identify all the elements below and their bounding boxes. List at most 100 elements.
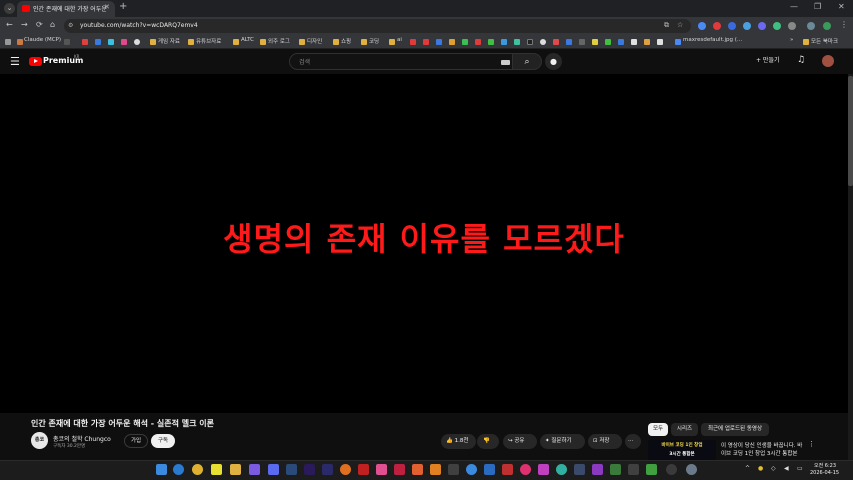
search-input[interactable]: 검색 — [289, 53, 513, 70]
bookmark-icon[interactable] — [566, 39, 572, 45]
bookmark-icon[interactable] — [644, 39, 650, 45]
bookmark-icon[interactable] — [501, 39, 507, 45]
premiere-icon[interactable] — [304, 464, 315, 475]
more-options-icon[interactable]: ⋮ — [808, 440, 815, 448]
browser-menu-icon[interactable]: ⋮ — [840, 20, 848, 29]
bookmark-icon[interactable] — [527, 39, 533, 45]
bookmark-icon[interactable] — [540, 39, 546, 45]
app-icon[interactable] — [520, 464, 531, 475]
recommended-video-title[interactable]: 이브 코딩 1인 창업 3시간 통합본 — [721, 449, 797, 457]
app-icon[interactable] — [666, 464, 677, 475]
kakaotalk-icon[interactable] — [211, 464, 222, 475]
bookmark-folder[interactable]: 디자인 — [307, 37, 322, 45]
edge-icon[interactable] — [173, 464, 184, 475]
more-actions-button[interactable]: ··· — [625, 434, 641, 449]
new-tab-button[interactable]: + — [119, 1, 127, 12]
join-button[interactable]: 가입 — [124, 434, 148, 448]
profile-icon[interactable] — [823, 22, 831, 30]
bookmark-folder[interactable]: 코딩 — [369, 37, 379, 45]
bookmark-item[interactable]: maxresdefault.jpg (... — [683, 37, 742, 43]
battery-icon[interactable]: ▭ — [797, 465, 803, 472]
restore-button[interactable]: ❐ — [814, 2, 821, 11]
reload-button[interactable]: ⟳ — [36, 20, 43, 29]
cast-icon[interactable]: ⧉ — [664, 21, 669, 30]
dislike-button[interactable]: 👎 — [477, 434, 499, 449]
app-icon[interactable] — [646, 464, 657, 475]
notifications-bell-icon[interactable]: ♫ — [797, 55, 805, 65]
keyboard-icon[interactable] — [501, 60, 510, 65]
aftereffects-icon[interactable] — [322, 464, 333, 475]
bookmark-icon[interactable] — [553, 39, 559, 45]
home-button[interactable]: ⌂ — [50, 20, 55, 29]
extension-icon[interactable] — [713, 22, 721, 30]
bookmark-icon[interactable] — [579, 39, 585, 45]
bookmark-icon[interactable] — [82, 39, 88, 45]
vscode-icon[interactable] — [484, 464, 495, 475]
chrome-icon[interactable] — [192, 464, 203, 475]
bookmark-folder[interactable]: ALTC — [241, 37, 254, 43]
recommended-video-title[interactable]: 이 영상이 당신 인생을 바꿉니다. 바 — [721, 441, 802, 449]
scrollbar-thumb[interactable] — [848, 76, 853, 186]
bookmark-icon[interactable] — [108, 39, 114, 45]
app-icon[interactable] — [628, 464, 639, 475]
forward-button[interactable]: → — [21, 20, 28, 29]
extension-icon[interactable] — [698, 22, 706, 30]
bookmark-folder[interactable]: 게임 자료 — [158, 37, 180, 45]
bookmark-icon[interactable] — [449, 39, 455, 45]
app-icon[interactable] — [412, 464, 423, 475]
app-icon[interactable] — [592, 464, 603, 475]
app-icon[interactable] — [448, 464, 459, 475]
app-icon[interactable] — [502, 464, 513, 475]
channel-avatar[interactable]: 총코 — [31, 432, 48, 449]
start-icon[interactable] — [156, 464, 167, 475]
clock-date[interactable]: 2026-04-15 — [810, 470, 839, 476]
discord-icon[interactable] — [249, 464, 260, 475]
app-icon[interactable] — [430, 464, 441, 475]
bookmark-icon[interactable] — [436, 39, 442, 45]
app-icon[interactable] — [466, 464, 477, 475]
search-button[interactable]: ⌕ — [512, 53, 542, 70]
clock-time[interactable]: 오전 6:23 — [814, 462, 836, 469]
network-icon[interactable]: ◇ — [771, 465, 776, 472]
extension-icon[interactable] — [728, 22, 736, 30]
file-explorer-icon[interactable] — [230, 464, 241, 475]
tray-overflow-icon[interactable]: ^ — [745, 465, 750, 472]
bookmark-folder[interactable]: 쇼핑 — [341, 37, 351, 45]
app-icon[interactable] — [610, 464, 621, 475]
search-tool-icon[interactable] — [340, 464, 351, 475]
app-icon[interactable] — [556, 464, 567, 475]
subscribe-button[interactable]: 구독 — [151, 434, 175, 448]
app-icon[interactable] — [574, 464, 585, 475]
bookmark-icon[interactable] — [134, 39, 140, 45]
bookmark-folder[interactable]: 유튜브자료 — [196, 37, 221, 45]
bookmark-icon[interactable] — [410, 39, 416, 45]
bookmark-icon[interactable] — [514, 39, 520, 45]
create-button[interactable]: + 만들기 — [756, 55, 780, 64]
chip-series[interactable]: 시리즈 — [671, 423, 698, 436]
bookmark-icon[interactable] — [121, 39, 127, 45]
bookmark-folder[interactable]: ai — [397, 37, 402, 43]
settings-icon[interactable] — [686, 464, 697, 475]
share-button[interactable]: ↪ 공유 — [503, 434, 537, 449]
extensions-puzzle-icon[interactable] — [788, 22, 796, 30]
bookmark-icon[interactable] — [592, 39, 598, 45]
chip-all[interactable]: 모두 — [648, 423, 668, 436]
app-icon[interactable] — [358, 464, 369, 475]
bookmark-icon[interactable] — [631, 39, 637, 45]
bookmark-icon[interactable] — [618, 39, 624, 45]
bookmark-icon[interactable] — [462, 39, 468, 45]
browser-tab-active[interactable]: 인간 존재에 대한 가장 어두운 ✕ — [17, 1, 115, 17]
site-info-icon[interactable]: ⚙ — [68, 22, 73, 29]
bookmark-icon[interactable] — [605, 39, 611, 45]
close-window-button[interactable]: ✕ — [838, 2, 845, 11]
bookmark-folder[interactable]: 외주 로그 — [268, 37, 290, 45]
extension-icon[interactable] — [743, 22, 751, 30]
bookmark-icon[interactable] — [488, 39, 494, 45]
extension-icon[interactable] — [758, 22, 766, 30]
minimize-button[interactable]: — — [790, 2, 798, 11]
bookmark-star-icon[interactable]: ☆ — [677, 21, 683, 29]
voice-search-icon[interactable]: ● — [545, 53, 562, 70]
grid-icon[interactable] — [64, 39, 70, 45]
apps-grid-icon[interactable] — [5, 39, 11, 45]
tray-icon[interactable]: ● — [758, 465, 763, 472]
